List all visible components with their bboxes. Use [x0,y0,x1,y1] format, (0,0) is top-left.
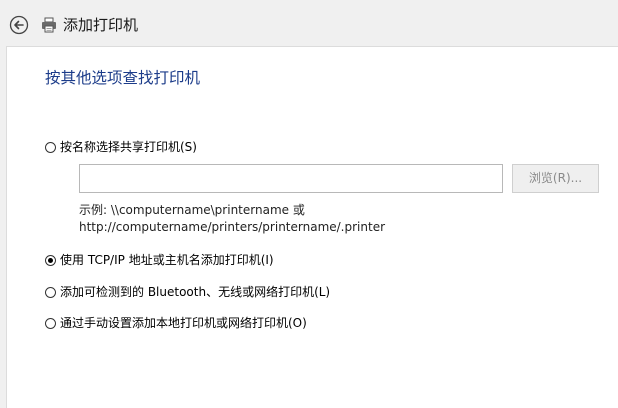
option-tcpip[interactable]: 使用 TCP/IP 地址或主机名添加打印机(I) [45,251,274,269]
option-by-share-name-label: 按名称选择共享打印机(S) [60,140,197,154]
browse-button[interactable]: 浏览(R)... [512,164,599,193]
example-text: 示例: \\computername\printername 或 http://… [79,202,385,236]
option-manual-local-label: 通过手动设置添加本地打印机或网络打印机(O) [60,316,307,330]
share-name-input[interactable] [79,164,503,193]
option-by-share-name[interactable]: 按名称选择共享打印机(S) [45,138,197,156]
example-line-2: http://computername/printers/printername… [79,220,386,234]
back-arrow-icon[interactable] [9,15,29,35]
option-bluetooth-wireless[interactable]: 添加可检测到的 Bluetooth、无线或网络打印机(L) [45,283,330,301]
example-line-1: 示例: \\computername\printername 或 [79,203,305,217]
main-panel: 按其他选项查找打印机 按名称选择共享打印机(S) 浏览(R)... 示例: \\… [6,46,618,408]
option-bluetooth-wireless-label: 添加可检测到的 Bluetooth、无线或网络打印机(L) [60,285,331,299]
radio-tcpip[interactable] [45,254,56,266]
radio-manual-local[interactable] [45,317,56,329]
window-title: 添加打印机 [63,16,139,34]
radio-by-share-name[interactable] [45,141,56,153]
option-manual-local[interactable]: 通过手动设置添加本地打印机或网络打印机(O) [45,314,307,332]
radio-bluetooth-wireless[interactable] [45,286,56,298]
title-bar: 添加打印机 [0,0,618,46]
page-heading: 按其他选项查找打印机 [45,69,201,87]
printer-icon [42,17,56,33]
option-tcpip-label: 使用 TCP/IP 地址或主机名添加打印机(I) [60,253,274,267]
